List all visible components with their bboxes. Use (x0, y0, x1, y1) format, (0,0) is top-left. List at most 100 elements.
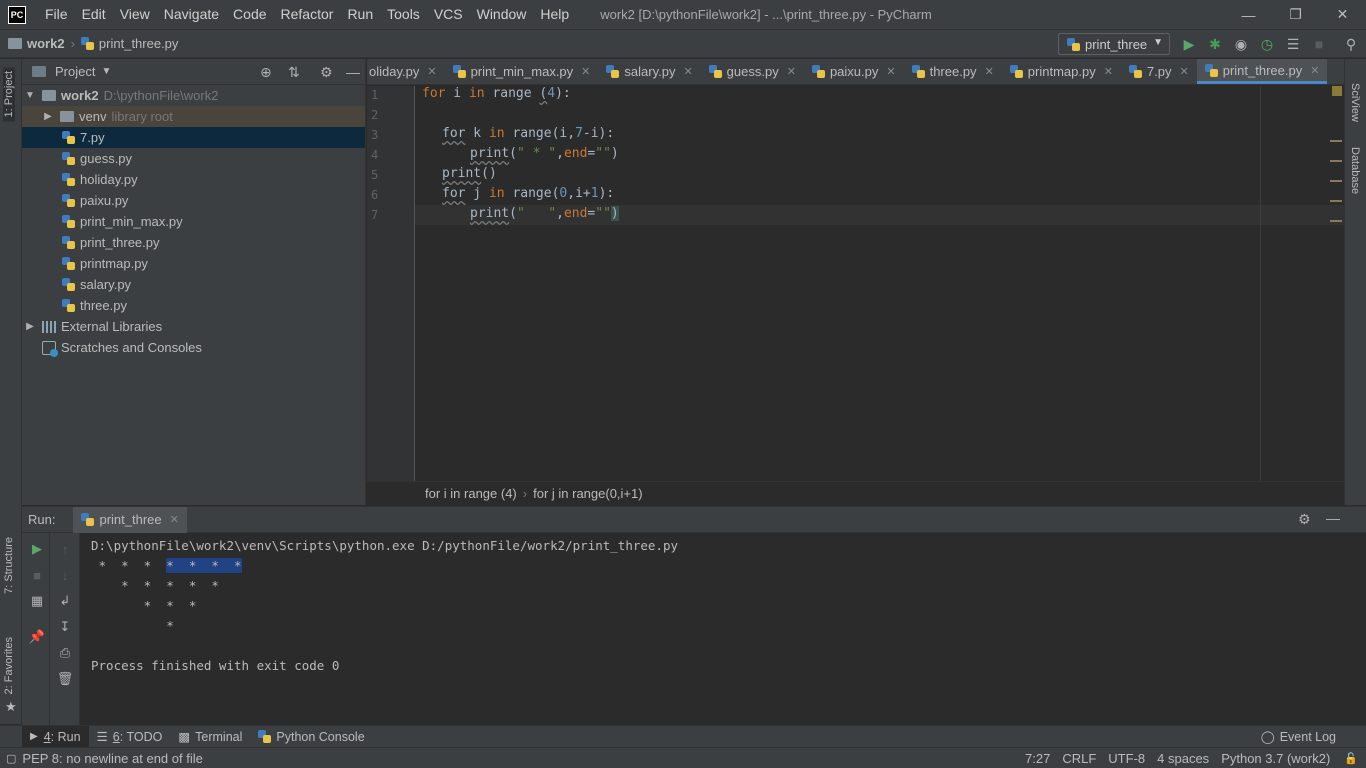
stripe-mark[interactable] (1330, 220, 1342, 222)
close-icon[interactable]: ✕ (1180, 65, 1189, 78)
minimize-icon[interactable]: — (1225, 0, 1272, 29)
menu-file[interactable]: File (38, 0, 75, 29)
stripe-mark[interactable] (1330, 140, 1342, 142)
indent-setting[interactable]: 4 spaces (1151, 751, 1215, 766)
run-tab[interactable]: print_three ✕ (73, 506, 187, 533)
tree-item-file[interactable]: holiday.py (22, 169, 365, 190)
stop-icon[interactable]: ■ (1310, 35, 1328, 53)
stop-icon[interactable]: ■ (29, 567, 45, 583)
file-encoding[interactable]: UTF-8 (1102, 751, 1151, 766)
tab-python-console[interactable]: Python Console (250, 726, 372, 748)
close-icon[interactable]: ✕ (683, 65, 692, 78)
console-output[interactable]: D:\pythonFile\work2\venv\Scripts\python.… (91, 536, 678, 676)
tab-holiday[interactable]: oliday.py ✕ (367, 59, 445, 84)
stripe-mark[interactable] (1330, 180, 1342, 182)
expand-arrow-icon[interactable]: ▶ (22, 321, 38, 332)
tree-item-venv[interactable]: ▶ venv library root (22, 106, 365, 127)
close-icon[interactable]: ✕ (170, 513, 179, 526)
run-configuration-select[interactable]: print_three ▼ (1058, 33, 1170, 55)
expand-arrow-icon[interactable]: ▶ (40, 111, 56, 122)
toggle-tool-windows-icon[interactable]: ▢ (6, 752, 16, 765)
pin-icon[interactable]: 📌 (29, 629, 45, 645)
code-breadcrumb-item[interactable]: for j in range(0,i+1) (533, 486, 642, 501)
tab-favorites[interactable]: 2: Favorites (3, 637, 15, 694)
soft-wrap-icon[interactable]: ↲ (57, 593, 73, 609)
menu-vcs[interactable]: VCS (427, 0, 470, 29)
gear-icon[interactable]: ⚙ (1298, 511, 1311, 528)
warning-indicator-icon[interactable] (1332, 86, 1342, 96)
close-icon[interactable]: ✕ (581, 65, 590, 78)
stripe-mark[interactable] (1330, 160, 1342, 162)
menu-refactor[interactable]: Refactor (274, 0, 341, 29)
tab-terminal[interactable]: ▩ Terminal (170, 726, 250, 748)
close-icon[interactable]: ✕ (427, 65, 436, 78)
tab-three[interactable]: three.py ✕ (904, 59, 1002, 84)
close-window-icon[interactable]: ✕ (1319, 0, 1366, 29)
menu-edit[interactable]: Edit (75, 0, 113, 29)
scroll-to-end-icon[interactable]: ↧ (57, 619, 73, 635)
tree-item-file[interactable]: three.py (22, 295, 365, 316)
tab-structure[interactable]: 7: Structure (3, 537, 15, 594)
tab-print-three[interactable]: print_three.py ✕ (1196, 59, 1328, 84)
tab-database[interactable]: Database (1349, 147, 1361, 194)
breadcrumb-file[interactable]: print_three.py (80, 36, 178, 51)
python-interpreter[interactable]: Python 3.7 (work2) (1215, 751, 1336, 766)
tree-item-file[interactable]: print_three.py (22, 232, 365, 253)
tree-item-root[interactable]: ▼ work2 D:\pythonFile\work2 (22, 85, 365, 106)
tree-item-file[interactable]: guess.py (22, 148, 365, 169)
arrow-down-icon[interactable]: ↓ (57, 567, 73, 583)
search-icon[interactable]: ⚲ (1342, 35, 1360, 53)
tab-salary[interactable]: salary.py ✕ (598, 59, 700, 84)
close-icon[interactable]: ✕ (787, 65, 796, 78)
menu-tools[interactable]: Tools (380, 0, 427, 29)
tab-paixu[interactable]: paixu.py ✕ (804, 59, 904, 84)
tab-project[interactable]: 1: Project (3, 67, 15, 122)
stripe-mark[interactable] (1330, 200, 1342, 202)
line-separator[interactable]: CRLF (1056, 751, 1102, 766)
build-icon[interactable]: ☰ (1284, 35, 1302, 53)
chevron-down-icon[interactable]: ▼ (101, 66, 111, 77)
tree-item-file[interactable]: printmap.py (22, 253, 365, 274)
rerun-icon[interactable]: ▶ (29, 541, 45, 557)
tree-item-file[interactable]: print_min_max.py (22, 211, 365, 232)
collapse-all-icon[interactable]: ⇅ (288, 64, 300, 81)
tab-print-min-max[interactable]: print_min_max.py ✕ (445, 59, 599, 84)
hide-panel-icon[interactable]: — (346, 64, 360, 80)
profile-icon[interactable]: ◷ (1258, 35, 1276, 53)
tab-7[interactable]: 7.py ✕ (1121, 59, 1197, 84)
gear-icon[interactable]: ⚙ (320, 64, 333, 81)
tree-item-file[interactable]: paixu.py (22, 190, 365, 211)
close-icon[interactable]: ✕ (1310, 64, 1319, 77)
hide-panel-icon[interactable]: — (1326, 510, 1340, 526)
tree-item-file[interactable]: salary.py (22, 274, 365, 295)
menu-run[interactable]: Run (340, 0, 380, 29)
event-log-button[interactable]: ◯ Event Log (1253, 726, 1344, 748)
lock-icon[interactable]: 🔓 (1336, 752, 1366, 765)
debug-icon[interactable]: ✱ (1206, 35, 1224, 53)
status-message[interactable]: PEP 8: no newline at end of file (16, 751, 208, 766)
tree-item-scratches[interactable]: Scratches and Consoles (22, 337, 365, 358)
tab-guess[interactable]: guess.py ✕ (701, 59, 804, 84)
coverage-icon[interactable]: ◉ (1232, 35, 1250, 53)
restore-layout-icon[interactable]: ▦ (29, 593, 45, 609)
menu-navigate[interactable]: Navigate (157, 0, 226, 29)
menu-help[interactable]: Help (533, 0, 576, 29)
locate-icon[interactable]: ⊕ (260, 64, 272, 81)
menu-code[interactable]: Code (226, 0, 273, 29)
restore-icon[interactable]: ❐ (1272, 0, 1319, 29)
menu-view[interactable]: View (113, 0, 157, 29)
caret-position[interactable]: 7:27 (1019, 751, 1056, 766)
tree-item-file[interactable]: 7.py (22, 127, 365, 148)
close-icon[interactable]: ✕ (1104, 65, 1113, 78)
trash-icon[interactable]: 🗑 (57, 671, 74, 687)
menu-window[interactable]: Window (470, 0, 534, 29)
tab-printmap[interactable]: printmap.py ✕ (1002, 59, 1121, 84)
tab-todo[interactable]: ☰ 6: TODO (89, 726, 171, 748)
expand-arrow-icon[interactable]: ▼ (22, 90, 38, 101)
run-icon[interactable]: ▶ (1180, 35, 1198, 53)
close-icon[interactable]: ✕ (985, 65, 994, 78)
tab-sciview[interactable]: SciView (1349, 83, 1361, 122)
arrow-up-icon[interactable]: ↑ (57, 541, 73, 557)
code-breadcrumb-item[interactable]: for i in range (4) (425, 486, 517, 501)
breadcrumb-project[interactable]: work2 (0, 36, 65, 51)
